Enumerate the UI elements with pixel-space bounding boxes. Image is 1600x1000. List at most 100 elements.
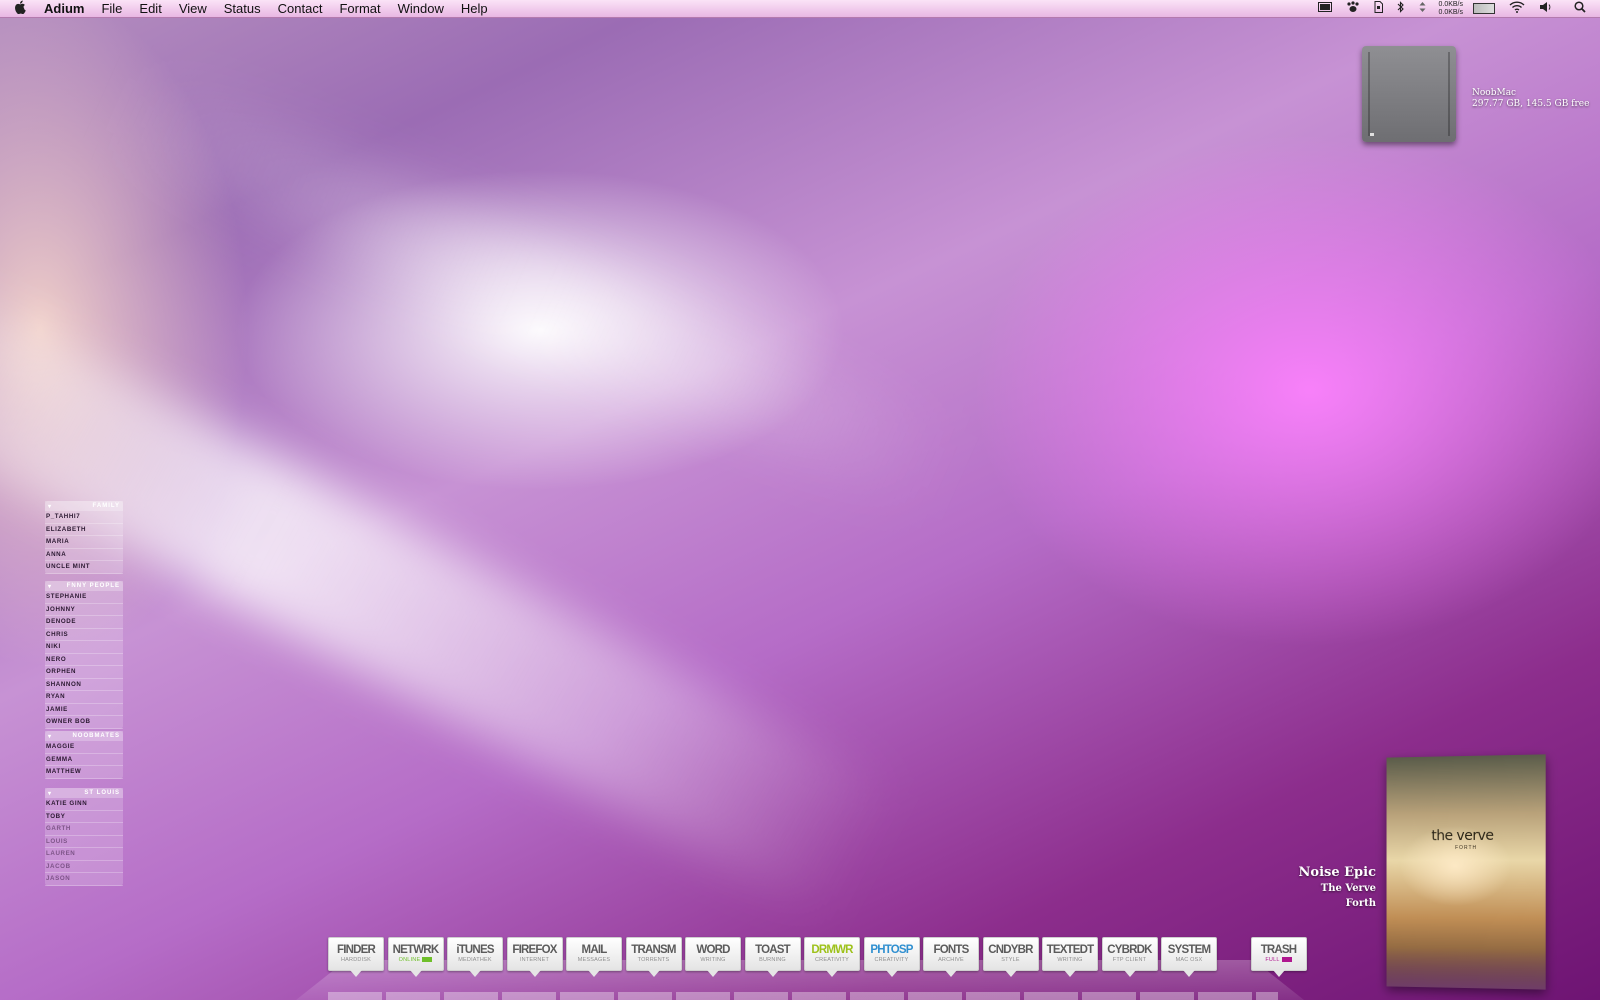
- dock-item-subtitle: FULL: [1252, 956, 1306, 964]
- dock-item-mail[interactable]: MAIL MESSAGES: [566, 937, 622, 971]
- hard-disk-label[interactable]: NoobMac 297.77 GB, 145.5 GB free: [1472, 88, 1589, 110]
- menu-app-name[interactable]: Adium: [44, 1, 84, 16]
- group-header[interactable]: ▾ FNNY PEOPLE: [45, 581, 123, 591]
- buddy-item[interactable]: UNCLE MINT: [45, 561, 123, 574]
- dock-item-system-preferences[interactable]: SYSTEM MAC OSX: [1161, 937, 1217, 971]
- buddy-item[interactable]: MAGGIE: [45, 741, 123, 754]
- buddy-item[interactable]: NIKI: [45, 641, 123, 654]
- menu-window[interactable]: Window: [398, 1, 444, 16]
- dock-item-subtitle: ARCHIVE: [924, 956, 978, 964]
- dock-item-itunes[interactable]: iTUNES MEDIATHEK: [447, 937, 503, 971]
- album-reflection: [1387, 947, 1546, 990]
- dock-item-finder[interactable]: FINDER HARDDISK: [328, 937, 384, 971]
- disclosure-triangle-icon[interactable]: ▾: [48, 503, 52, 510]
- buddy-item[interactable]: SHANNON: [45, 679, 123, 692]
- menu-edit[interactable]: Edit: [139, 1, 161, 16]
- dock-item-fonts[interactable]: FONTS ARCHIVE: [923, 937, 979, 971]
- group-name: ST LOUIS: [84, 790, 120, 796]
- dock-reflection: [328, 992, 1278, 1000]
- menu-file[interactable]: File: [101, 1, 122, 16]
- buddy-item[interactable]: LAUREN: [45, 848, 123, 861]
- network-download-speed: 0.0KB/s: [1438, 9, 1463, 17]
- volume-icon[interactable]: [1539, 1, 1552, 16]
- buddy-item[interactable]: NERO: [45, 654, 123, 667]
- group-header[interactable]: ▾ NOOBMATES: [45, 731, 123, 741]
- dock-item-title: iTUNES: [448, 945, 502, 956]
- dock-item-status: FULL: [1265, 957, 1279, 963]
- sd-card-icon[interactable]: [1374, 1, 1383, 16]
- dock-item-subtitle: CREATIVITY: [805, 956, 859, 964]
- buddy-item[interactable]: LOUIS: [45, 836, 123, 849]
- buddy-item[interactable]: CHRIS: [45, 629, 123, 642]
- dock-item-title: TOAST: [746, 945, 800, 956]
- buddy-item[interactable]: GARTH: [45, 823, 123, 836]
- buddy-item[interactable]: ORPHEN: [45, 666, 123, 679]
- group-header[interactable]: ▾ FAMILY: [45, 501, 123, 511]
- menu-status[interactable]: Status: [224, 1, 261, 16]
- dock-item-word[interactable]: WORD WRITING: [685, 937, 741, 971]
- paw-icon[interactable]: [1346, 1, 1360, 16]
- dock-item-title: FINDER: [329, 945, 383, 956]
- display-icon[interactable]: [1318, 2, 1332, 15]
- group-header[interactable]: ▾ ST LOUIS: [45, 788, 123, 798]
- buddy-item[interactable]: STEPHANIE: [45, 591, 123, 604]
- buddy-item[interactable]: JASON: [45, 873, 123, 886]
- dock-item-title: PHTOSP: [865, 945, 919, 956]
- dock-item-network[interactable]: NETWRK ONLINE: [388, 937, 444, 971]
- buddy-item[interactable]: TOBY: [45, 811, 123, 824]
- battery-icon[interactable]: [1473, 3, 1495, 14]
- dock-item-toast[interactable]: TOAST BURNING: [745, 937, 801, 971]
- updown-arrows-icon[interactable]: [1419, 1, 1426, 16]
- dock-item-subtitle: BURNING: [746, 956, 800, 964]
- disclosure-triangle-icon[interactable]: ▾: [48, 583, 52, 590]
- buddy-item[interactable]: JOHNNY: [45, 604, 123, 617]
- dock-item-status: ONLINE: [399, 957, 421, 963]
- dock-item-dreamweaver[interactable]: DRMWR CREATIVITY: [804, 937, 860, 971]
- buddy-item[interactable]: ANNA: [45, 549, 123, 562]
- buddy-item[interactable]: KATIE GINN: [45, 798, 123, 811]
- spotlight-search-icon[interactable]: [1574, 1, 1586, 16]
- now-playing-artist: The Verve: [1299, 881, 1376, 896]
- buddy-item[interactable]: ELIZABETH: [45, 524, 123, 537]
- disk-rail: [1368, 52, 1370, 136]
- desktop: Adium File Edit View Status Contact Form…: [0, 0, 1600, 1000]
- menu-view[interactable]: View: [179, 1, 207, 16]
- group-name: FNNY PEOPLE: [67, 583, 120, 589]
- dock-item-cyberduck[interactable]: CYBRDK FTP CLIENT: [1102, 937, 1158, 971]
- apple-icon[interactable]: [14, 0, 32, 17]
- dock-item-subtitle: MESSAGES: [567, 956, 621, 964]
- trash-full-indicator: [1282, 957, 1292, 962]
- dock-item-photoshop[interactable]: PHTOSP CREATIVITY: [864, 937, 920, 971]
- menu-contact[interactable]: Contact: [278, 1, 323, 16]
- album-cover[interactable]: the verve FORTH: [1387, 754, 1546, 989]
- dock-item-title: TRANSM: [627, 945, 681, 956]
- buddy-item[interactable]: OWNER BOB: [45, 716, 123, 729]
- dock-item-subtitle: MAC OSX: [1162, 956, 1216, 964]
- buddy-item[interactable]: MATTHEW: [45, 766, 123, 779]
- buddy-item[interactable]: DENODE: [45, 616, 123, 629]
- buddy-item[interactable]: P_TAHHI7: [45, 511, 123, 524]
- menu-format[interactable]: Format: [339, 1, 380, 16]
- now-playing-info: Noise Epic The Verve Forth: [1299, 864, 1376, 911]
- hard-disk-icon[interactable]: [1362, 46, 1456, 142]
- buddy-item[interactable]: JAMIE: [45, 704, 123, 717]
- menu-help[interactable]: Help: [461, 1, 488, 16]
- disk-led: [1370, 133, 1374, 136]
- dock-item-title: TRASH: [1252, 945, 1306, 956]
- bluetooth-icon[interactable]: [1397, 1, 1405, 16]
- album-cover-title: the verve: [1431, 828, 1493, 844]
- now-playing-track: Noise Epic: [1299, 864, 1376, 881]
- disclosure-triangle-icon[interactable]: ▾: [48, 790, 52, 797]
- dock-item-textedit[interactable]: TEXTEDT WRITING: [1042, 937, 1098, 971]
- dock-item-firefox[interactable]: FIREFOX INTERNET: [507, 937, 563, 971]
- buddy-item[interactable]: MARIA: [45, 536, 123, 549]
- buddy-item[interactable]: JACOB: [45, 861, 123, 874]
- dock-item-subtitle: INTERNET: [508, 956, 562, 964]
- dock-item-candybar[interactable]: CNDYBR STYLE: [983, 937, 1039, 971]
- buddy-item[interactable]: RYAN: [45, 691, 123, 704]
- buddy-item[interactable]: GEMMA: [45, 754, 123, 767]
- dock-item-transmission[interactable]: TRANSM TORRENTS: [626, 937, 682, 971]
- dock-item-trash[interactable]: TRASH FULL: [1251, 937, 1307, 971]
- wifi-icon[interactable]: [1509, 1, 1525, 16]
- disclosure-triangle-icon[interactable]: ▾: [48, 733, 52, 740]
